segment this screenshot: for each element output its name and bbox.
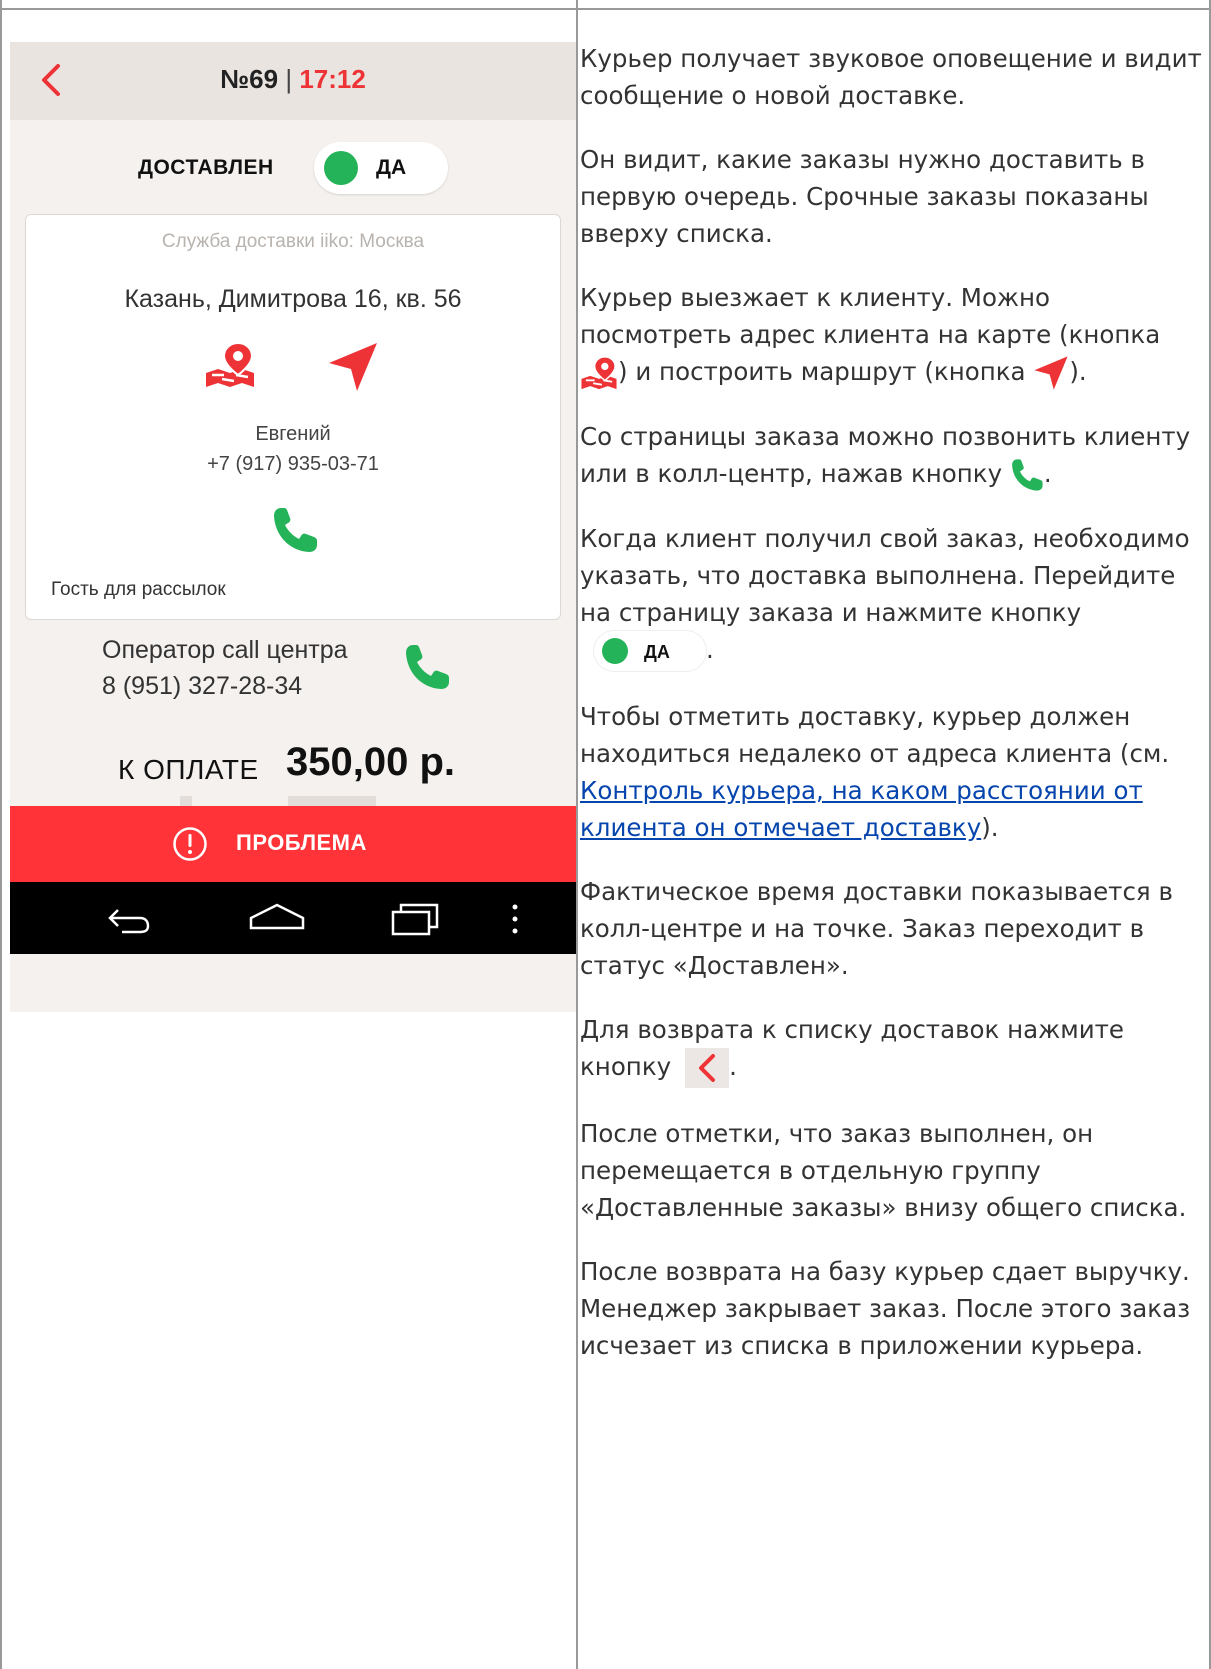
return-text-a: Для возврата к списку доставок нажмите к… bbox=[580, 1015, 1124, 1081]
order-header: №69 | 17:12 bbox=[10, 42, 576, 120]
courier-control-link[interactable]: Контроль курьера, на каком расстоянии от… bbox=[580, 776, 1143, 842]
paragraph-distance: Чтобы отметить доставку, курьер должен н… bbox=[580, 698, 1206, 846]
toggle-knob bbox=[602, 638, 628, 664]
order-time: 17:12 bbox=[299, 64, 366, 94]
payment-value: 350,00 р. bbox=[286, 740, 456, 784]
paragraph-close-order: После возврата на базу курьер сдает выру… bbox=[580, 1257, 1191, 1360]
system-recents-icon[interactable] bbox=[390, 902, 440, 936]
route-text-b: ) и построить маршрут (кнопка bbox=[618, 357, 1034, 386]
order-number: №69 bbox=[220, 64, 279, 94]
instructions-text: Курьер получает звуковое оповещение и ви… bbox=[580, 40, 1206, 1391]
problem-button[interactable]: ПРОБЛЕМА bbox=[10, 806, 576, 882]
phone-icon bbox=[1012, 459, 1043, 491]
customer-phone: +7 (917) 935-03-71 bbox=[207, 453, 379, 475]
call-text-a: Со страницы заказа можно позвонить клиен… bbox=[580, 422, 1191, 488]
page-frame-left bbox=[0, 0, 2, 1669]
title-separator: | bbox=[285, 64, 293, 94]
system-back-icon[interactable] bbox=[106, 898, 152, 938]
delivery-address: Казань, Димитрова 16, кв. 56 bbox=[124, 285, 462, 313]
delivered-label: ДОСТАВЛЕН bbox=[138, 156, 274, 179]
back-arrow-icon bbox=[685, 1048, 730, 1088]
map-pin-icon bbox=[581, 356, 617, 390]
android-navbar bbox=[10, 882, 576, 954]
paragraph-actual-time: Фактическое время доставки показывается … bbox=[580, 877, 1173, 980]
delivered-row: ДОСТАВЛЕН ДА bbox=[10, 142, 576, 194]
navigation-arrow-icon bbox=[1034, 356, 1068, 390]
distance-text-b: ). bbox=[981, 813, 999, 842]
distance-text-a: Чтобы отметить доставку, курьер должен н… bbox=[580, 702, 1170, 768]
delivered-toggle[interactable]: ДА bbox=[314, 142, 448, 194]
paragraph-route: Курьер выезжает к клиенту. Можно посмотр… bbox=[580, 279, 1206, 391]
toggle-value: ДА bbox=[376, 156, 407, 179]
customer-name: Евгений bbox=[255, 423, 331, 445]
faded-text-cutoff bbox=[170, 796, 390, 806]
phone-icon[interactable] bbox=[403, 642, 451, 692]
system-home-icon[interactable] bbox=[248, 902, 306, 932]
mark-text-a: Когда клиент получил свой заказ, необход… bbox=[580, 524, 1190, 627]
phone-screen: №69 | 17:12 ДОСТАВЛЕН ДА Служба доставки… bbox=[10, 42, 576, 1012]
toggle-example-value: ДА bbox=[644, 642, 670, 662]
paragraph-priority: Он видит, какие заказы нужно доставить в… bbox=[580, 145, 1149, 248]
operator-phone: 8 (951) 327-28-34 bbox=[102, 672, 303, 700]
route-text-a: Курьер выезжает к клиенту. Можно посмотр… bbox=[580, 283, 1161, 349]
customer-card: Служба доставки iiko: Москва Казань, Дим… bbox=[25, 214, 561, 620]
operator-label: Оператор call центра bbox=[102, 636, 348, 664]
mark-text-b: . bbox=[706, 635, 714, 664]
page-frame-top bbox=[0, 0, 1211, 10]
paragraph-delivered-group: После отметки, что заказ выполнен, он пе… bbox=[580, 1119, 1187, 1222]
return-text-b: . bbox=[729, 1052, 737, 1081]
toggle-knob bbox=[324, 151, 358, 185]
payment-label: К ОПЛАТЕ bbox=[118, 754, 259, 785]
call-text-b: . bbox=[1043, 459, 1052, 488]
order-title: №69 | 17:12 bbox=[10, 64, 576, 95]
navigation-arrow-icon[interactable] bbox=[327, 341, 379, 393]
paragraph-return: Для возврата к списку доставок нажмите к… bbox=[580, 1011, 1206, 1088]
phone-icon[interactable] bbox=[271, 505, 319, 555]
delivered-toggle-example: ДА bbox=[594, 631, 706, 671]
paragraph-sound-alert: Курьер получает звуковое оповещение и ви… bbox=[580, 44, 1202, 110]
column-divider bbox=[576, 0, 578, 1669]
map-pin-icon[interactable] bbox=[204, 341, 256, 389]
route-text-c: ). bbox=[1069, 357, 1087, 386]
paragraph-mark-delivered: Когда клиент получил свой заказ, необход… bbox=[580, 520, 1206, 671]
paragraph-call: Со страницы заказа можно позвонить клиен… bbox=[580, 418, 1206, 493]
delivery-service: Служба доставки iiko: Москва bbox=[161, 231, 425, 252]
exclamation-circle-icon bbox=[173, 827, 207, 861]
problem-label: ПРОБЛЕМА bbox=[236, 830, 367, 855]
overflow-menu-icon[interactable] bbox=[510, 902, 520, 936]
guest-note: Гость для рассылок bbox=[51, 579, 226, 600]
